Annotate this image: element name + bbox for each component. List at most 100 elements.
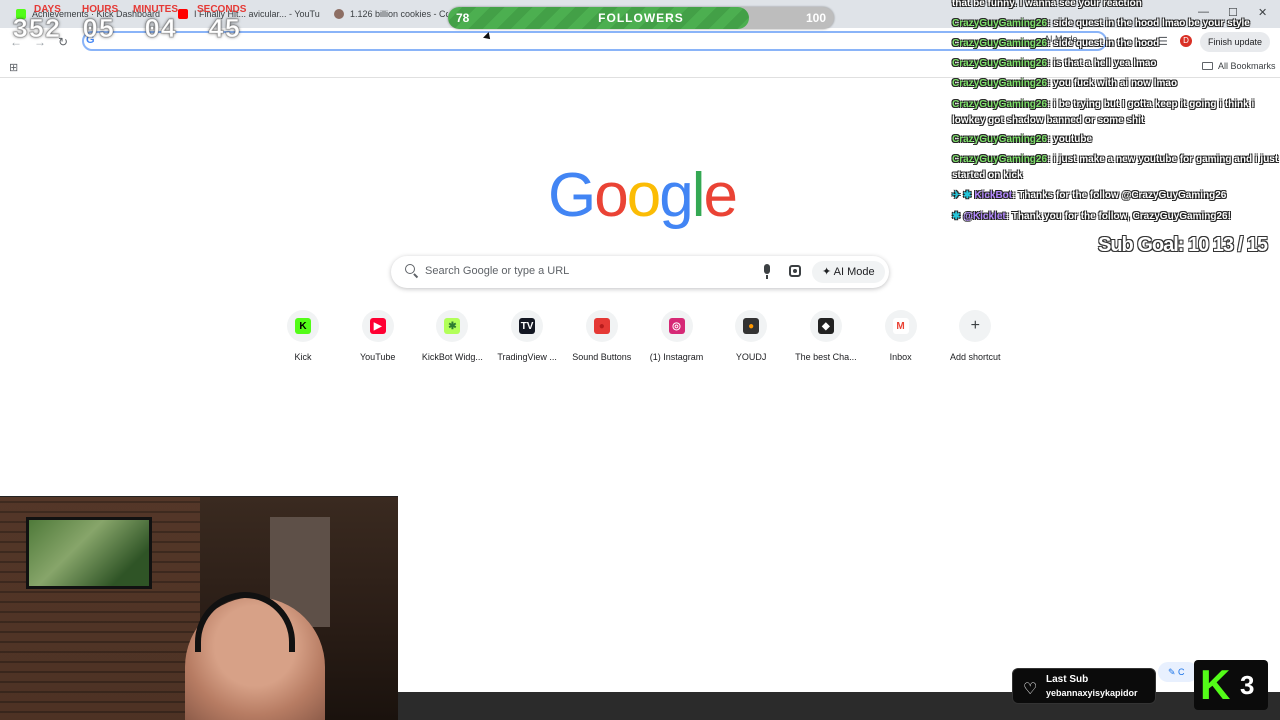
chat-text: side quest in the hood lmao be your styl… <box>1053 18 1250 29</box>
chat-text: is that a hell yea lmao <box>1053 58 1157 69</box>
shortcut-tile[interactable]: ▶ YouTube <box>341 310 415 362</box>
youtube-icon: ▶ <box>369 318 386 334</box>
cookie-favicon-icon <box>334 9 344 19</box>
chat-message: CrazyGuyGaming26: side quest in the hood <box>952 38 1160 49</box>
chat-message: CrazyGuyGaming26: i be trying but I gott… <box>952 99 1255 126</box>
shortcut-tile[interactable]: + Add shortcut <box>938 310 1012 362</box>
shortcut-icon-wrap: TV <box>511 310 544 342</box>
shortcut-tile[interactable]: ◆ The best Cha... <box>789 310 863 362</box>
countdown-timer: DAYS HOURS MINUTES SECONDS 352 05 04 45 <box>6 2 247 47</box>
countdown-days-value: 352 <box>12 16 62 47</box>
ai-mode-button[interactable]: ✦ AI Mode <box>812 261 885 283</box>
shortcut-tile[interactable]: ✱ KickBot Widg... <box>415 310 489 362</box>
chat-message: CrazyGuyGaming26: i just make a new yout… <box>952 154 1279 181</box>
countdown-seconds-label: SECONDS <box>197 4 247 15</box>
google-lens-icon[interactable] <box>789 265 801 277</box>
shortcut-tile[interactable]: TV TradingView ... <box>490 310 564 362</box>
chat-text: Thank you for the follow, CrazyGuyGaming… <box>1011 211 1231 222</box>
google-logo: Google <box>548 160 738 231</box>
gmail-icon: M <box>892 318 909 334</box>
chat-message: that be funny. I wanna see your reaction <box>952 0 1280 12</box>
chat-username: CrazyGuyGaming26 <box>952 18 1048 29</box>
chat-message: ✱ @Kicklet: Thank you for the follow, Cr… <box>952 211 1231 222</box>
chat-message: CrazyGuyGaming26: side quest in the hood… <box>952 18 1250 29</box>
shortcut-icon-wrap: ● <box>735 310 768 342</box>
countdown-seconds-value: 45 <box>207 16 241 47</box>
last-sub-title: Last Sub <box>1046 674 1089 685</box>
chat-username: CrazyGuyGaming26 <box>952 78 1048 89</box>
chat-text: side quest in the hood <box>1053 38 1160 49</box>
countdown-minutes-label: MINUTES <box>133 4 178 15</box>
ai-mode-label: AI Mode <box>833 266 875 278</box>
logo-letter: G <box>548 161 596 230</box>
shortcut-tile[interactable]: ● Sound Buttons <box>565 310 639 362</box>
shortcut-label: Inbox <box>889 352 912 362</box>
chat-username: CrazyGuyGaming26 <box>952 154 1048 165</box>
shortcut-tile[interactable]: ◎ (1) Instagram <box>640 310 714 362</box>
shortcut-icon-wrap: ▶ <box>361 310 394 342</box>
red-button-icon: ● <box>593 318 610 334</box>
search-icon <box>405 264 415 274</box>
tradingview-icon: TV <box>519 318 536 334</box>
shortcut-label: TradingView ... <box>497 352 557 362</box>
shortcut-tile[interactable]: K Kick <box>266 310 340 362</box>
customize-label: C <box>1178 667 1185 677</box>
chat-username: KickBot <box>974 190 1013 201</box>
shortcut-tile[interactable]: M Inbox <box>864 310 938 362</box>
tab-cookie-clicker[interactable]: 1.126 billion cookies - Cooki <box>326 4 448 24</box>
shortcut-label: YOUDJ <box>735 352 767 362</box>
chat-username: CrazyGuyGaming26 <box>952 99 1048 110</box>
webcam-feed <box>0 496 398 720</box>
chat-message: CrazyGuyGaming26: youtube <box>952 134 1093 145</box>
customize-chrome-button[interactable]: ✎ C <box>1158 662 1198 682</box>
tv-screen <box>26 517 152 589</box>
shortcut-label: The best Cha... <box>795 352 857 362</box>
chat-message: CrazyGuyGaming26: you fuck with ai now l… <box>952 78 1178 89</box>
youdj-icon: ● <box>743 318 760 334</box>
shortcut-label: KickBot Widg... <box>421 352 483 362</box>
followers-goal-bar: 78 FOLLOWERS 100 <box>448 7 834 29</box>
countdown-minutes-value: 04 <box>143 16 177 47</box>
google-search-box[interactable]: Search Google or type a URL ✦ AI Mode <box>391 256 889 288</box>
apps-grid-icon[interactable]: ⊞ <box>9 61 18 74</box>
shortcut-icon-wrap: ● <box>585 310 618 342</box>
logo-letter: o <box>626 161 662 230</box>
chat-username: CrazyGuyGaming26 <box>952 134 1048 145</box>
plus-icon: + <box>970 317 980 334</box>
shortcut-label: YouTube <box>360 352 396 362</box>
tab-label: 1.126 billion cookies - Cooki <box>350 9 448 19</box>
shortcut-icon-wrap: K <box>287 310 319 342</box>
chat-text: Thanks for the follow @CrazyGuyGaming26 <box>1018 190 1227 201</box>
shortcut-label: Add shortcut <box>950 352 1001 362</box>
followers-title: FOLLOWERS <box>598 11 684 25</box>
shortcut-label: Kick <box>294 352 312 362</box>
countdown-hours-label: HOURS <box>82 4 119 15</box>
countdown-hours-value: 05 <box>81 16 115 47</box>
viewer-count: 3 <box>1240 670 1255 700</box>
sub-goal-counter: Sub Goal: 10 13 / 15 <box>1098 234 1268 256</box>
logo-letter: g <box>659 161 694 230</box>
chat-text: that be funny. I wanna see your reaction <box>952 0 1142 9</box>
last-sub-widget: ♡ Last Sub yebannaxyisykapidor <box>1012 668 1156 704</box>
instagram-icon: ◎ <box>668 318 685 334</box>
followers-goal: 100 <box>805 11 826 25</box>
kickbot-icon: ✱ <box>444 318 461 334</box>
shortcut-tile[interactable]: ● YOUDJ <box>714 310 788 362</box>
shortcut-icon-wrap: ✱ <box>436 310 469 342</box>
chat-message: CrazyGuyGaming26: is that a hell yea lma… <box>952 58 1157 69</box>
bot-badge-icon: ✱ <box>952 211 964 222</box>
chat-text: you fuck with ai now lmao <box>1053 78 1178 89</box>
chat-app-icon: ◆ <box>817 318 834 334</box>
shortcut-label: (1) Instagram <box>649 352 704 362</box>
countdown-days-label: DAYS <box>34 4 61 15</box>
shortcut-icon-wrap: ◎ <box>660 310 693 342</box>
last-sub-name: yebannaxyisykapidor <box>1046 688 1138 698</box>
chat-username: @Kicklet <box>963 211 1006 222</box>
logo-letter: e <box>703 161 738 230</box>
microphone-icon[interactable] <box>764 264 770 279</box>
search-input[interactable]: Search Google or type a URL <box>425 265 569 277</box>
shortcut-label: Sound Buttons <box>572 352 632 362</box>
stream-chat: that be funny. I wanna see your reaction… <box>952 0 1280 230</box>
chat-username: CrazyGuyGaming26 <box>952 38 1048 49</box>
shortcut-icon-wrap: ◆ <box>809 310 842 342</box>
